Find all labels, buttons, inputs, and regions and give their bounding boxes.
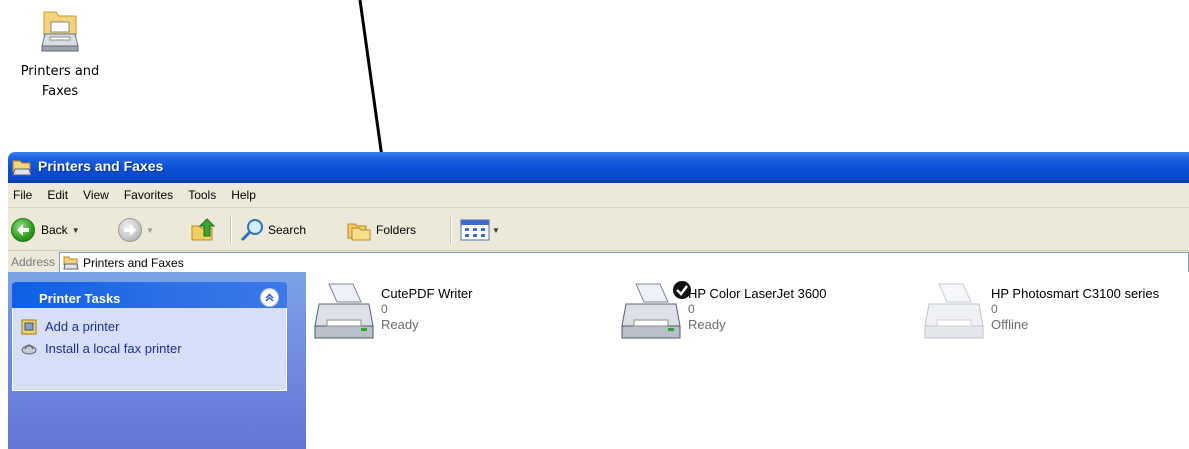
forward-dropdown-icon[interactable]: ▼ — [146, 226, 154, 235]
views-dropdown-icon[interactable]: ▼ — [492, 226, 500, 235]
task-install-fax-printer[interactable]: Install a local fax printer — [21, 338, 286, 360]
printer-tasks-panel: Printer Tasks Add a printer Install a lo… — [12, 282, 287, 391]
collapse-chevron-icon[interactable] — [260, 288, 279, 307]
printer-status: Offline — [991, 317, 1029, 332]
folders-icon — [347, 223, 371, 241]
printer-icon — [313, 280, 377, 346]
menu-view[interactable]: View — [83, 188, 109, 202]
address-label: Address — [11, 255, 56, 269]
menu-help[interactable]: Help — [231, 188, 256, 202]
menu-bar: File Edit View Favorites Tools Help — [8, 183, 1189, 208]
printer-status: Ready — [688, 317, 726, 332]
back-arrow-icon — [11, 218, 35, 242]
add-printer-icon — [21, 319, 37, 335]
printer-tasks-title: Printer Tasks — [39, 291, 121, 306]
address-value: Printers and Faxes — [83, 255, 184, 270]
folders-label: Folders — [376, 223, 417, 237]
explorer-window: Printers and Faxes File Edit View Favori… — [8, 152, 1189, 449]
toolbar: Back ▼ ▼ Search Folders ▼ — [8, 208, 1189, 251]
printer-offline-icon — [923, 280, 987, 346]
title-bar[interactable]: Printers and Faxes — [8, 152, 1189, 183]
window-title: Printers and Faxes — [38, 158, 164, 174]
back-dropdown-icon[interactable]: ▼ — [72, 226, 80, 235]
menu-file[interactable]: File — [13, 188, 32, 202]
menu-edit[interactable]: Edit — [47, 188, 68, 202]
forward-button[interactable]: ▼ — [118, 218, 154, 242]
views-button[interactable]: ▼ — [460, 218, 500, 242]
printer-doc-count: 0 — [381, 302, 388, 316]
task-pane: Printer Tasks Add a printer Install a lo… — [8, 272, 306, 449]
printer-name: HP Color LaserJet 3600 — [688, 286, 827, 301]
up-folder-button[interactable] — [190, 218, 216, 242]
printer-tasks-header[interactable]: Printer Tasks — [12, 282, 287, 308]
back-button[interactable]: Back ▼ — [11, 218, 80, 242]
forward-arrow-icon — [118, 218, 142, 242]
views-icon — [460, 219, 490, 241]
back-label: Back — [41, 223, 68, 237]
address-bar: Address Printers and Faxes — [8, 251, 1189, 274]
printer-name: HP Photosmart C3100 series — [991, 286, 1160, 301]
printer-item-hp-color-laserjet[interactable]: HP Color LaserJet 3600 0 Ready — [620, 280, 900, 360]
printer-doc-count: 0 — [991, 302, 998, 316]
printer-status: Ready — [381, 317, 419, 332]
menu-tools[interactable]: Tools — [188, 188, 216, 202]
printers-window-icon — [12, 158, 32, 178]
up-folder-icon — [191, 218, 216, 241]
content-area: Printer Tasks Add a printer Install a lo… — [8, 272, 1189, 449]
menu-favorites[interactable]: Favorites — [124, 188, 173, 202]
printer-doc-count: 0 — [688, 302, 695, 316]
search-button[interactable]: Search — [240, 218, 306, 242]
printer-item-cutepdf[interactable]: CutePDF Writer 0 Ready — [313, 280, 593, 360]
printer-item-hp-photosmart[interactable]: HP Photosmart C3100 series 0 Offline — [923, 280, 1189, 360]
folders-button[interactable]: Folders — [346, 218, 416, 242]
printer-name: CutePDF Writer — [381, 286, 473, 301]
address-input[interactable]: Printers and Faxes — [59, 252, 1189, 273]
printer-tasks-body: Add a printer Install a local fax printe… — [12, 308, 287, 391]
search-label: Search — [268, 223, 307, 237]
fax-icon — [21, 341, 37, 357]
printers-address-icon — [63, 256, 79, 270]
search-icon — [240, 219, 263, 242]
task-add-printer[interactable]: Add a printer — [21, 316, 286, 338]
